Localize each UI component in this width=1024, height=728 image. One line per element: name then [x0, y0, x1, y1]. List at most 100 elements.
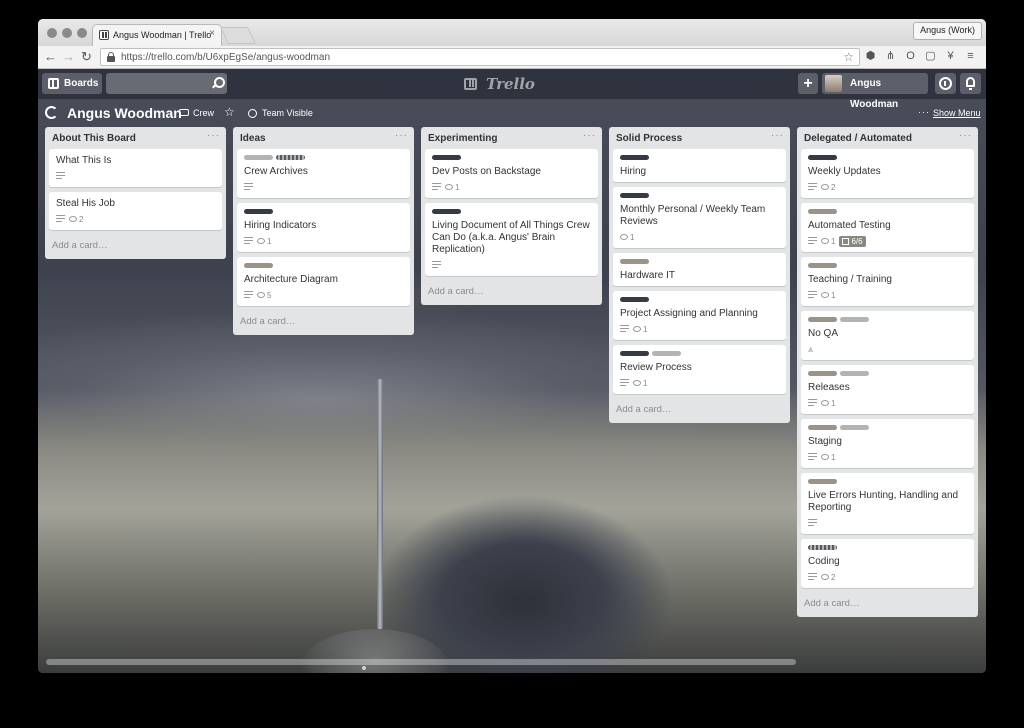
visibility-label[interactable]: Team Visible: [262, 108, 313, 118]
team-name[interactable]: Crew: [193, 108, 214, 118]
card-title: Teaching / Training: [808, 274, 892, 285]
card[interactable]: Hardware IT: [613, 253, 786, 286]
bell-icon: [966, 77, 975, 90]
add-card-button[interactable]: Add a card…: [421, 281, 602, 305]
tab-close-icon[interactable]: ×: [209, 28, 215, 39]
list-header: Experimenting ···: [421, 127, 602, 149]
list-title[interactable]: Ideas: [240, 133, 266, 144]
bookmark-star-icon[interactable]: ☆: [843, 50, 854, 64]
add-card-button[interactable]: Add a card…: [797, 593, 978, 617]
card[interactable]: Hiring: [613, 149, 786, 182]
list-title[interactable]: Experimenting: [428, 133, 497, 144]
box-extension-icon[interactable]: ▢: [924, 50, 937, 63]
tab-title: Angus Woodman | Trello: [113, 30, 212, 40]
card-title: Live Errors Hunting, Handling and Report…: [808, 490, 959, 513]
card-badges: 1: [244, 235, 403, 248]
list-title[interactable]: Delegated / Automated: [804, 133, 912, 144]
member-menu-button[interactable]: Angus Woodman: [822, 73, 928, 110]
comment-badge: 1: [257, 237, 271, 246]
comment-icon: [257, 292, 265, 299]
info-button[interactable]: [935, 73, 956, 94]
board-title[interactable]: Angus Woodman: [67, 105, 182, 121]
list-menu-icon[interactable]: ···: [395, 130, 408, 141]
card[interactable]: Hiring Indicators 1: [237, 203, 410, 252]
card[interactable]: Teaching / Training 1: [801, 257, 974, 306]
info-icon: [939, 77, 952, 90]
card[interactable]: Staging 1: [801, 419, 974, 468]
card-label: [276, 155, 305, 160]
card-list: Weekly Updates 2 Automated Testing 1 6/6 Teac…: [797, 149, 978, 588]
card-badges: ⩓: [808, 343, 967, 356]
card[interactable]: Monthly Personal / Weekly Team Reviews 1: [613, 187, 786, 248]
card[interactable]: Living Document of All Things Crew Can D…: [425, 203, 598, 276]
back-arrow-icon[interactable]: ←: [44, 49, 57, 65]
add-card-button[interactable]: Add a card…: [45, 235, 226, 259]
add-card-button[interactable]: Add a card…: [233, 311, 414, 335]
add-card-button[interactable]: Add a card…: [609, 399, 790, 423]
card[interactable]: What This Is: [49, 149, 222, 187]
card-title: Crew Archives: [244, 166, 308, 177]
list-title[interactable]: About This Board: [52, 133, 136, 144]
list-title[interactable]: Solid Process: [616, 133, 682, 144]
card[interactable]: Project Assigning and Planning 1: [613, 291, 786, 340]
list-menu-icon[interactable]: ···: [207, 130, 220, 141]
card-badges: [56, 170, 215, 183]
comment-icon: [257, 238, 265, 245]
card-title: Architecture Diagram: [244, 274, 338, 285]
reload-icon[interactable]: ↻: [81, 49, 92, 65]
new-tab-button[interactable]: [220, 27, 256, 44]
browser-tab[interactable]: Angus Woodman | Trello ×: [92, 24, 222, 46]
card-labels: [620, 351, 779, 358]
card[interactable]: Releases 1: [801, 365, 974, 414]
card-title: What This Is: [56, 155, 112, 166]
horizontal-scrollbar[interactable]: [46, 659, 796, 665]
card[interactable]: Steal His Job 2: [49, 192, 222, 230]
profile-button[interactable]: Angus (Work): [913, 22, 982, 40]
list-header: About This Board ···: [45, 127, 226, 149]
card-title: Dev Posts on Backstage: [432, 166, 541, 177]
minimize-window-button[interactable]: [62, 28, 72, 38]
hexagon-extension-icon[interactable]: ⬢: [864, 50, 877, 63]
zoom-window-button[interactable]: [77, 28, 87, 38]
show-menu-link[interactable]: Show Menu: [933, 108, 981, 118]
list-menu-icon[interactable]: ···: [771, 130, 784, 141]
card-title: Living Document of All Things Crew Can D…: [432, 220, 590, 255]
card[interactable]: Automated Testing 1 6/6: [801, 203, 974, 252]
card[interactable]: Architecture Diagram 5: [237, 257, 410, 306]
card[interactable]: Crew Archives: [237, 149, 410, 198]
card-badges: [808, 517, 967, 530]
card[interactable]: Coding 2: [801, 539, 974, 588]
card[interactable]: No QA ⩓: [801, 311, 974, 360]
lock-icon: [107, 52, 115, 62]
list-menu-icon[interactable]: ···: [583, 130, 596, 141]
star-icon[interactable]: ☆: [224, 105, 235, 119]
search-input[interactable]: [106, 73, 227, 94]
hamburger-menu-icon[interactable]: ≡: [964, 50, 977, 63]
checklist-icon: [842, 237, 850, 245]
notifications-button[interactable]: [960, 73, 981, 94]
trello-logo[interactable]: Trello: [464, 76, 535, 92]
close-window-button[interactable]: [47, 28, 57, 38]
address-bar[interactable]: https://trello.com/b/U6xpEgSe/angus-wood…: [100, 48, 860, 66]
comment-icon: [821, 238, 829, 245]
card-badges: 1: [620, 231, 779, 244]
list-header: Solid Process ···: [609, 127, 790, 149]
card[interactable]: Weekly Updates 2: [801, 149, 974, 198]
avatar: [825, 75, 842, 92]
comment-icon: [821, 184, 829, 191]
card[interactable]: Dev Posts on Backstage 1: [425, 149, 598, 198]
boards-button[interactable]: Boards: [42, 73, 102, 94]
search-icon[interactable]: [211, 77, 225, 89]
list-header: Ideas ···: [233, 127, 414, 149]
card-list: Dev Posts on Backstage 1 Living Document o…: [421, 149, 602, 276]
card[interactable]: Review Process 1: [613, 345, 786, 394]
y-extension-icon[interactable]: ¥: [944, 50, 957, 63]
add-button[interactable]: +: [798, 73, 818, 94]
opera-extension-icon[interactable]: O: [904, 50, 917, 63]
comment-count: 1: [643, 324, 648, 334]
pitchfork-extension-icon[interactable]: ⋔: [884, 50, 897, 63]
forward-arrow-icon[interactable]: →: [62, 49, 75, 65]
comment-count: 1: [831, 290, 836, 300]
card[interactable]: Live Errors Hunting, Handling and Report…: [801, 473, 974, 534]
list-menu-icon[interactable]: ···: [959, 130, 972, 141]
